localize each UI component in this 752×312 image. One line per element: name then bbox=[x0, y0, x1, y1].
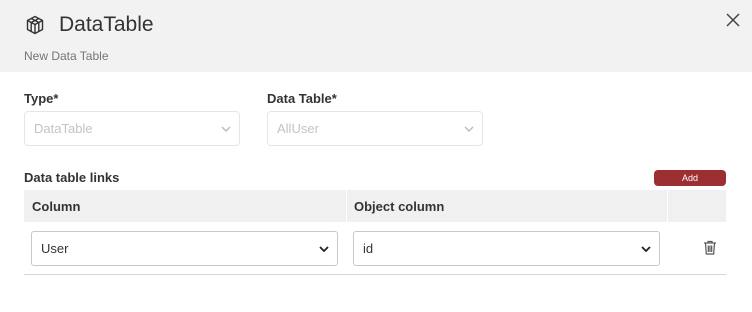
datatable-label: Data Table* bbox=[267, 91, 337, 106]
datatable-select-value: AllUser bbox=[277, 121, 319, 136]
column-select[interactable]: User bbox=[31, 231, 338, 266]
chevron-down-icon bbox=[464, 126, 474, 132]
column-select-value: User bbox=[41, 241, 69, 256]
dialog-title: DataTable bbox=[59, 13, 154, 36]
type-label: Type* bbox=[24, 91, 59, 106]
type-select-value: DataTable bbox=[34, 121, 93, 136]
add-button[interactable]: Add bbox=[654, 170, 726, 186]
column-header: Column bbox=[32, 198, 81, 214]
table-header: Column Object column bbox=[24, 190, 726, 222]
links-section-label: Data table links bbox=[24, 170, 120, 185]
dialog-subtitle: New Data Table bbox=[24, 49, 109, 63]
cube-icon bbox=[26, 15, 44, 35]
chevron-down-icon bbox=[221, 126, 231, 132]
close-icon[interactable] bbox=[724, 11, 742, 29]
object-column-header: Object column bbox=[354, 198, 445, 214]
type-select: DataTable bbox=[24, 111, 240, 146]
chevron-down-icon bbox=[641, 245, 651, 252]
header-divider bbox=[667, 190, 668, 222]
dialog-header: DataTable New Data Table bbox=[0, 0, 752, 72]
chevron-down-icon bbox=[319, 245, 329, 252]
table-row-divider bbox=[24, 274, 726, 275]
object-column-select[interactable]: id bbox=[353, 231, 660, 266]
datatable-select: AllUser bbox=[267, 111, 483, 146]
trash-icon[interactable] bbox=[703, 240, 717, 255]
object-column-select-value: id bbox=[363, 241, 374, 256]
